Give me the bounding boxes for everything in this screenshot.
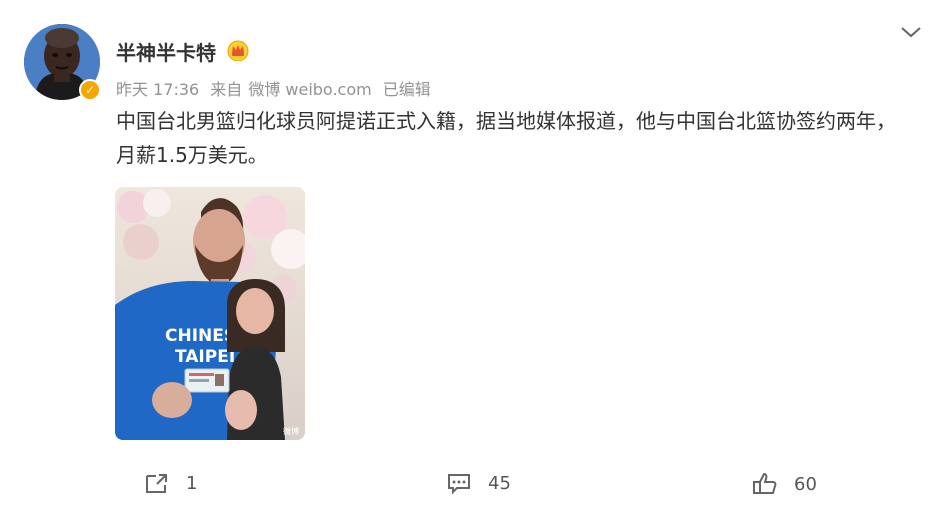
edited-label: 已编辑 [382, 80, 431, 99]
post-source[interactable]: 微博 weibo.com [248, 80, 371, 99]
post-meta: 昨天 17:36 来自 微博 weibo.com 已编辑 [116, 76, 437, 100]
like-button[interactable]: 60 [752, 472, 817, 496]
photo-watermark: 微博 [283, 426, 299, 436]
post-content: 中国台北男篮归化球员阿提诺正式入籍，据当地媒体报道，他与中国台北篮协签约两年，月… [116, 109, 896, 167]
verified-badge-icon: ✓ [79, 79, 101, 101]
chevron-down-icon[interactable] [900, 24, 922, 40]
username[interactable]: 半神半卡特 [116, 37, 216, 66]
share-count: 1 [186, 472, 198, 494]
crown-icon[interactable] [226, 39, 250, 61]
shirt-text-line2: TAIPEI [175, 347, 235, 367]
comment-icon [448, 474, 470, 495]
comment-count: 45 [488, 472, 511, 494]
share-button[interactable]: 1 [144, 471, 197, 495]
like-count: 60 [794, 473, 817, 495]
comment-button[interactable]: 45 [446, 471, 511, 495]
thumbs-up-icon [753, 472, 777, 494]
share-icon [146, 474, 167, 493]
post-actions: 1 45 60 [0, 466, 952, 500]
post-source-prefix: 来自 [210, 80, 243, 99]
post-time[interactable]: 昨天 17:36 [116, 80, 199, 99]
post-photo[interactable]: CHINESE TAIPEI 微博 [115, 187, 305, 440]
